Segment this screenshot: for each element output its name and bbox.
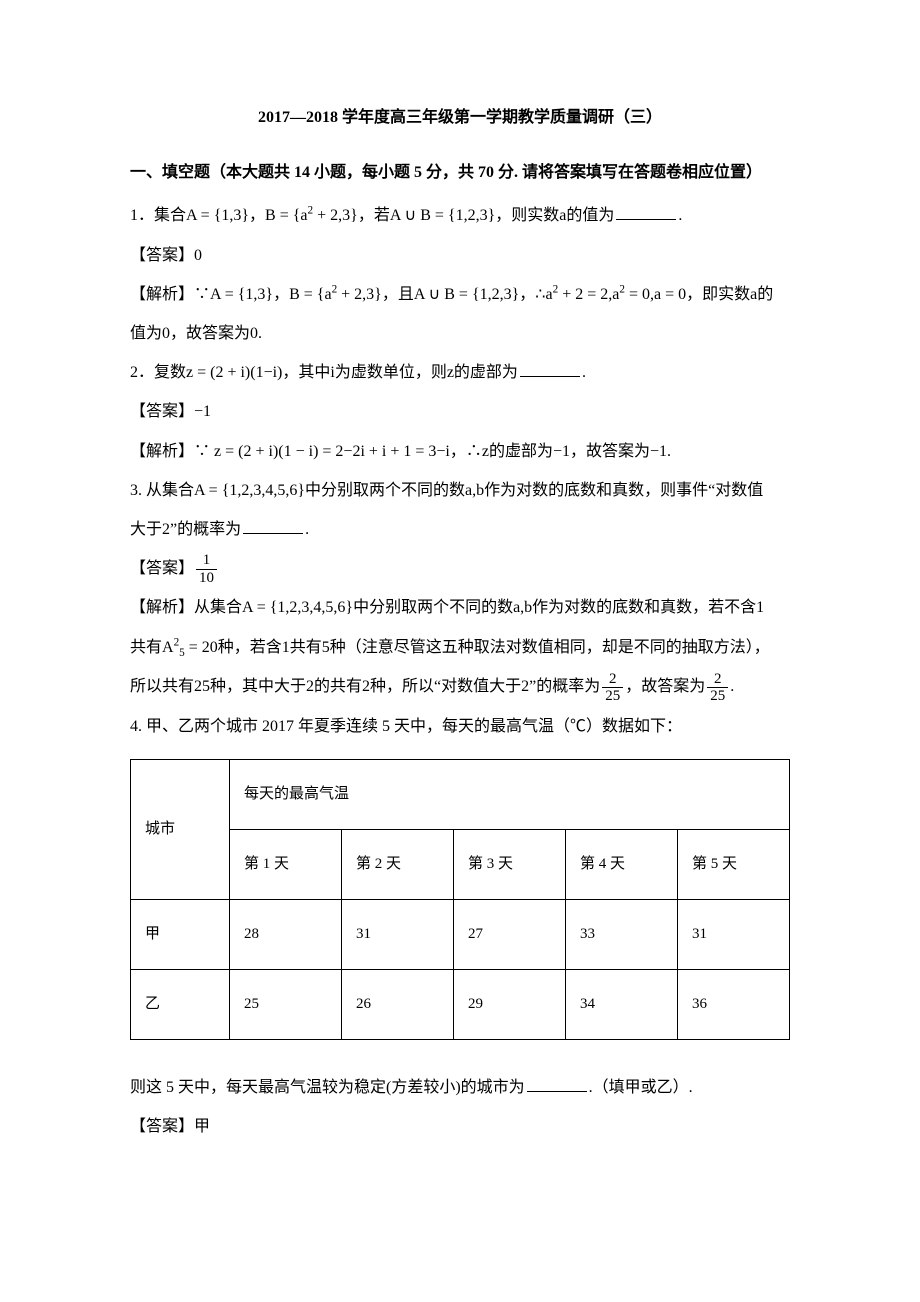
q3-t2: 大于2”的概率为	[130, 521, 241, 538]
q2-suffix: .	[582, 364, 586, 381]
explanation-label: 【解析】	[130, 286, 194, 303]
q4-outro-a: 则这 5 天中，每天最高气温较为稳定(方差较小)的城市为	[130, 1079, 525, 1096]
fraction: 225	[707, 671, 728, 705]
e3-t2b: = 20种，若含1共有5种（注意尽管这五种取法对数值相同，却是不同的抽取方法），	[185, 639, 770, 656]
blank-input	[616, 203, 676, 220]
fraction-numerator: 2	[707, 671, 728, 689]
blank-input	[520, 360, 580, 377]
blank-input	[243, 517, 303, 534]
fraction-denominator: 25	[707, 688, 728, 705]
answer-4: 【答案】甲	[130, 1109, 790, 1144]
answer-label: 【答案】	[130, 403, 194, 420]
table-header-row: 城市 每天的最高气温	[131, 759, 790, 829]
q1-text-c: .	[678, 207, 682, 224]
value-cell: 31	[342, 899, 454, 969]
col-group-header: 每天的最高气温	[230, 759, 790, 829]
temperature-table: 城市 每天的最高气温 第 1 天 第 2 天 第 3 天 第 4 天 第 5 天…	[130, 759, 790, 1040]
q1-text-a: 1．集合A = {1,3}，B = {a	[130, 207, 308, 224]
e3-t3a: 所以共有25种，其中大于2的共有2种，所以“对数值大于2”的概率为	[130, 678, 600, 695]
explanation-3-line3: 所以共有25种，其中大于2的共有2种，所以“对数值大于2”的概率为225，故答案…	[130, 669, 790, 704]
answer-label: 【答案】	[130, 1118, 194, 1135]
row-header-city: 城市	[131, 759, 230, 899]
value-cell: 27	[454, 899, 566, 969]
answer-label: 【答案】	[130, 247, 194, 264]
table-row: 甲 28 31 27 33 31	[131, 899, 790, 969]
fraction: 225	[602, 671, 623, 705]
value-cell: 34	[566, 969, 678, 1039]
explanation-3-line1: 【解析】从集合A = {1,2,3,4,5,6}中分别取两个不同的数a,b作为对…	[130, 590, 790, 625]
blank-input	[527, 1075, 587, 1092]
question-1: 1．集合A = {1,3}，B = {a2 + 2,3}，若A ∪ B = {1…	[130, 198, 790, 233]
e2-text: ∵ z = (2 + i)(1 − i) = 2−2i + i + 1 = 3−…	[194, 443, 671, 460]
question-4-intro: 4. 甲、乙两个城市 2017 年夏季连续 5 天中，每天的最高气温（℃）数据如…	[130, 709, 790, 744]
explanation-3-line2: 共有A25 = 20种，若含1共有5种（注意尽管这五种取法对数值相同，却是不同的…	[130, 630, 790, 666]
fraction-numerator: 1	[196, 552, 217, 570]
q2-text: 2．复数z = (2 + i)(1−i)，其中i为虚数单位，则z的虚部为	[130, 364, 518, 381]
value-cell: 25	[230, 969, 342, 1039]
answer-1: 【答案】0	[130, 238, 790, 273]
answer-label: 【答案】	[130, 560, 194, 577]
city-cell: 乙	[131, 969, 230, 1039]
day-header: 第 1 天	[230, 829, 342, 899]
value-cell: 29	[454, 969, 566, 1039]
section-heading: 一、填空题（本大题共 14 小题，每小题 5 分，共 70 分. 请将答案填写在…	[130, 155, 790, 190]
city-cell: 甲	[131, 899, 230, 969]
e3-t3c: .	[730, 678, 734, 695]
explanation-2: 【解析】∵ z = (2 + i)(1 − i) = 2−2i + i + 1 …	[130, 434, 790, 469]
fraction: 110	[196, 552, 217, 586]
value-cell: 28	[230, 899, 342, 969]
fraction-denominator: 10	[196, 570, 217, 587]
q1-text-b: + 2,3}，若A ∪ B = {1,2,3}，则实数a的值为	[313, 207, 614, 224]
e1-t4: = 0,a = 0，即实数a的	[625, 286, 773, 303]
e3-t1: 从集合A = {1,2,3,4,5,6}中分别取两个不同的数a,b作为对数的底数…	[194, 599, 764, 616]
answer-value: −1	[194, 403, 211, 420]
day-header: 第 5 天	[678, 829, 790, 899]
e1-t2: + 2,3}，且A ∪ B = {1,2,3}，∴a	[337, 286, 552, 303]
answer-value: 甲	[194, 1118, 210, 1135]
question-2: 2．复数z = (2 + i)(1−i)，其中i为虚数单位，则z的虚部为.	[130, 355, 790, 390]
page-title: 2017—2018 学年度高三年级第一学期教学质量调研（三）	[130, 100, 790, 135]
fraction-numerator: 2	[602, 671, 623, 689]
value-cell: 33	[566, 899, 678, 969]
table-days-row: 第 1 天 第 2 天 第 3 天 第 4 天 第 5 天	[131, 829, 790, 899]
question-4-outro: 则这 5 天中，每天最高气温较为稳定(方差较小)的城市为 .（填甲或乙）.	[130, 1070, 790, 1105]
e3-t2a: 共有A	[130, 639, 174, 656]
explanation-1-cont: 值为0，故答案为0.	[130, 316, 790, 351]
explanation-label: 【解析】	[130, 599, 194, 616]
q4-outro-b: .（填甲或乙）.	[589, 1079, 693, 1096]
answer-value: 0	[194, 247, 202, 264]
answer-2: 【答案】−1	[130, 394, 790, 429]
explanation-label: 【解析】	[130, 443, 194, 460]
e1-t1: ∵A = {1,3}，B = {a	[194, 286, 332, 303]
q3-suffix: .	[305, 521, 309, 538]
day-header: 第 2 天	[342, 829, 454, 899]
day-header: 第 3 天	[454, 829, 566, 899]
question-3-line2: 大于2”的概率为.	[130, 512, 790, 547]
e1-t3: + 2 = 2,a	[558, 286, 619, 303]
fraction-denominator: 25	[602, 688, 623, 705]
day-header: 第 4 天	[566, 829, 678, 899]
answer-3: 【答案】110	[130, 551, 790, 586]
value-cell: 31	[678, 899, 790, 969]
value-cell: 26	[342, 969, 454, 1039]
table-row: 乙 25 26 29 34 36	[131, 969, 790, 1039]
value-cell: 36	[678, 969, 790, 1039]
e3-t3b: ，故答案为	[625, 678, 705, 695]
question-3-line1: 3. 从集合A = {1,2,3,4,5,6}中分别取两个不同的数a,b作为对数…	[130, 473, 790, 508]
explanation-1: 【解析】∵A = {1,3}，B = {a2 + 2,3}，且A ∪ B = {…	[130, 277, 790, 312]
